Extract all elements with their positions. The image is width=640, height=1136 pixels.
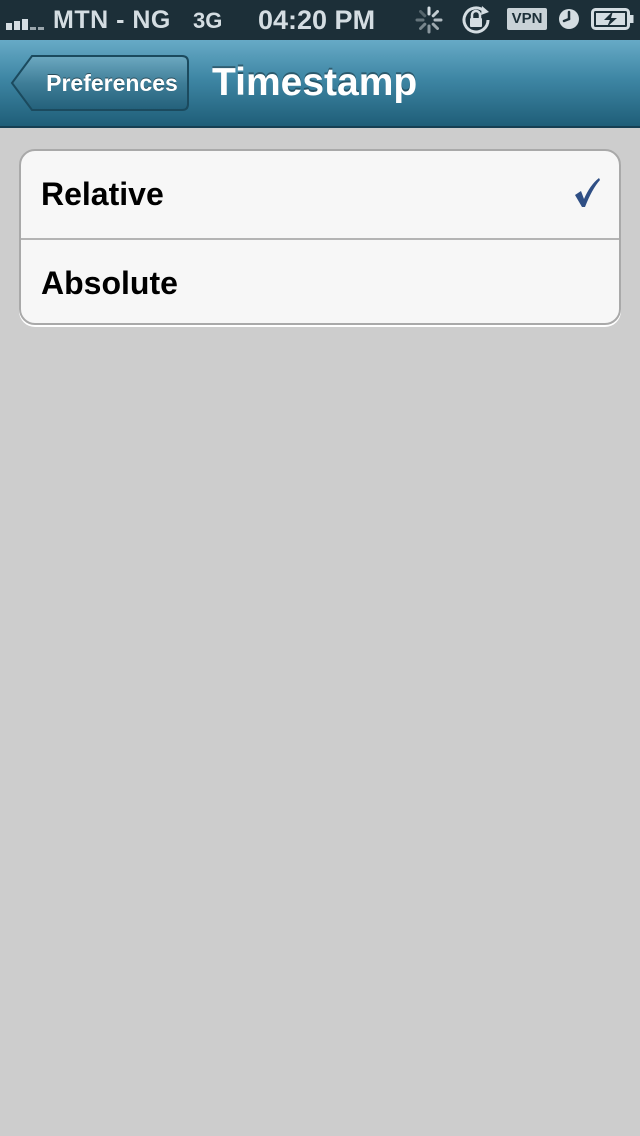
page-title: Timestamp [212, 61, 418, 104]
option-relative[interactable]: Relative [21, 151, 619, 238]
back-button-label: Preferences [46, 70, 178, 96]
option-absolute[interactable]: Absolute [21, 238, 619, 323]
option-label: Absolute [41, 265, 178, 301]
back-button[interactable]: Preferences [10, 54, 190, 112]
navigation-bar: Preferences Timestamp [0, 40, 640, 128]
status-time: 04:20 PM [258, 5, 376, 35]
rotation-lock-icon [462, 6, 490, 34]
alarm-icon [559, 9, 579, 29]
network-type: 3G [193, 8, 223, 33]
checkmark-icon [575, 178, 600, 207]
vpn-badge: VPN [507, 8, 547, 30]
option-label: Relative [41, 176, 164, 212]
timestamp-options-group: Relative Absolute [19, 149, 621, 325]
activity-spinner-icon [415, 6, 443, 34]
status-bar: MTN - NG 3G 04:20 PM VPN [0, 0, 640, 40]
signal-strength-icon [6, 12, 50, 30]
battery-charging-icon [591, 8, 634, 30]
carrier-name: MTN - NG [53, 6, 171, 34]
